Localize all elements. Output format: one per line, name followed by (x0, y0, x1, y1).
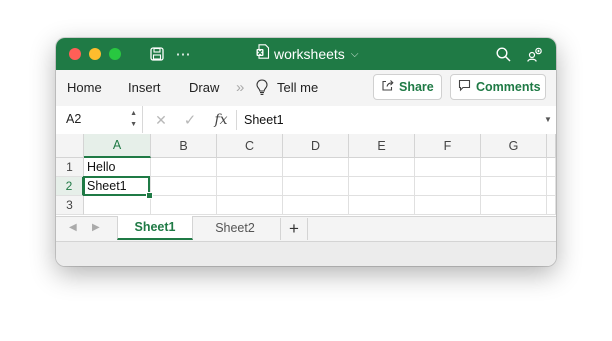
document-title-text: worksheets (274, 46, 345, 62)
column-header-g[interactable]: G (481, 134, 547, 158)
excel-window: ⋯ worksheets ⌵ Home Insert Draw » Tell m… (56, 38, 556, 266)
cell-g1[interactable] (481, 158, 547, 177)
cell-c1[interactable] (217, 158, 283, 177)
cell-e3[interactable] (349, 196, 415, 215)
title-bar: ⋯ worksheets ⌵ (56, 38, 556, 70)
ribbon: Home Insert Draw » Tell me Share Comment… (56, 70, 556, 107)
cell-b1[interactable] (151, 158, 217, 177)
cell-g2[interactable] (481, 177, 547, 196)
tab-insert[interactable]: Insert (128, 70, 161, 106)
cell-c2[interactable] (217, 177, 283, 196)
cell-h2[interactable] (547, 177, 556, 196)
add-sheet-button[interactable]: + (280, 218, 308, 240)
cell-b2[interactable] (151, 177, 217, 196)
select-all-corner[interactable] (56, 134, 84, 158)
column-header-h[interactable] (547, 134, 556, 158)
name-box[interactable]: A2 ▲ ▼ (56, 106, 143, 133)
cell-d3[interactable] (283, 196, 349, 215)
sheet-tab-sheet1[interactable]: Sheet1 (117, 216, 193, 240)
name-box-value: A2 (66, 112, 82, 126)
fill-handle[interactable] (146, 192, 153, 199)
cell-h1[interactable] (547, 158, 556, 177)
cell-h3[interactable] (547, 196, 556, 215)
cell-d2[interactable] (283, 177, 349, 196)
row-header-2[interactable]: 2 (56, 177, 84, 196)
status-bar (56, 242, 556, 266)
comment-icon (458, 79, 471, 95)
cancel-icon[interactable]: ✕ (151, 110, 171, 130)
save-icon[interactable] (148, 44, 166, 64)
cell-a3[interactable] (84, 196, 151, 215)
zoom-window-button[interactable] (109, 48, 121, 60)
tab-draw[interactable]: Draw (189, 70, 219, 106)
cell-f2[interactable] (415, 177, 481, 196)
sheet-tab-sheet2[interactable]: Sheet2 (195, 216, 275, 240)
share-button-label: Share (399, 80, 434, 94)
stepper-down-icon[interactable]: ▼ (130, 121, 137, 128)
row-header-3[interactable]: 3 (56, 196, 84, 215)
share-people-icon[interactable] (525, 44, 545, 64)
cell-a1[interactable]: Hello (84, 158, 151, 177)
tab-home[interactable]: Home (67, 70, 102, 106)
column-header-f[interactable]: F (415, 134, 481, 158)
insert-function-icon[interactable]: fx (211, 110, 231, 130)
column-header-d[interactable]: D (283, 134, 349, 158)
column-header-b[interactable]: B (151, 134, 217, 158)
cell-c3[interactable] (217, 196, 283, 215)
column-header-c[interactable]: C (217, 134, 283, 158)
cell-e2[interactable] (349, 177, 415, 196)
search-icon[interactable] (493, 44, 513, 64)
stepper-up-icon[interactable]: ▲ (130, 110, 137, 117)
more-icon[interactable]: ⋯ (174, 44, 192, 64)
comments-button[interactable]: Comments (450, 74, 546, 100)
chevron-down-icon: ⌵ (350, 48, 359, 60)
cell-b3[interactable] (151, 196, 217, 215)
document-title[interactable]: worksheets ⌵ (256, 44, 359, 64)
tell-me-search[interactable]: Tell me (277, 70, 318, 106)
minimize-window-button[interactable] (89, 48, 101, 60)
name-box-stepper[interactable]: ▲ ▼ (130, 108, 137, 130)
next-sheet-icon[interactable]: ▶ (92, 222, 100, 233)
cell-e1[interactable] (349, 158, 415, 177)
spreadsheet-grid: A B C D E F G 1 2 3 Hello Sheet1 (56, 134, 556, 216)
close-window-button[interactable] (69, 48, 81, 60)
cell-f3[interactable] (415, 196, 481, 215)
column-header-e[interactable]: E (349, 134, 415, 158)
excel-file-icon (256, 44, 270, 64)
cell-g3[interactable] (481, 196, 547, 215)
share-button[interactable]: Share (373, 74, 442, 100)
comments-button-label: Comments (476, 80, 541, 94)
cell-d1[interactable] (283, 158, 349, 177)
sheet-tab-bar: ◀ ▶ Sheet1 Sheet2 + (56, 216, 556, 242)
formula-bar: A2 ▲ ▼ ✕ ✓ fx Sheet1 ▼ (56, 106, 556, 135)
ribbon-overflow-icon[interactable]: » (236, 70, 244, 106)
formula-divider (236, 110, 237, 130)
chevron-down-icon[interactable]: ▼ (544, 115, 552, 124)
row-header-1[interactable]: 1 (56, 158, 84, 177)
formula-input[interactable]: Sheet1 (244, 113, 284, 127)
previous-sheet-icon[interactable]: ◀ (69, 222, 77, 233)
share-icon (381, 79, 394, 95)
lightbulb-icon (256, 79, 268, 101)
column-header-a[interactable]: A (84, 134, 151, 158)
active-cell-outline (83, 176, 150, 196)
enter-icon[interactable]: ✓ (180, 110, 200, 130)
cell-f1[interactable] (415, 158, 481, 177)
